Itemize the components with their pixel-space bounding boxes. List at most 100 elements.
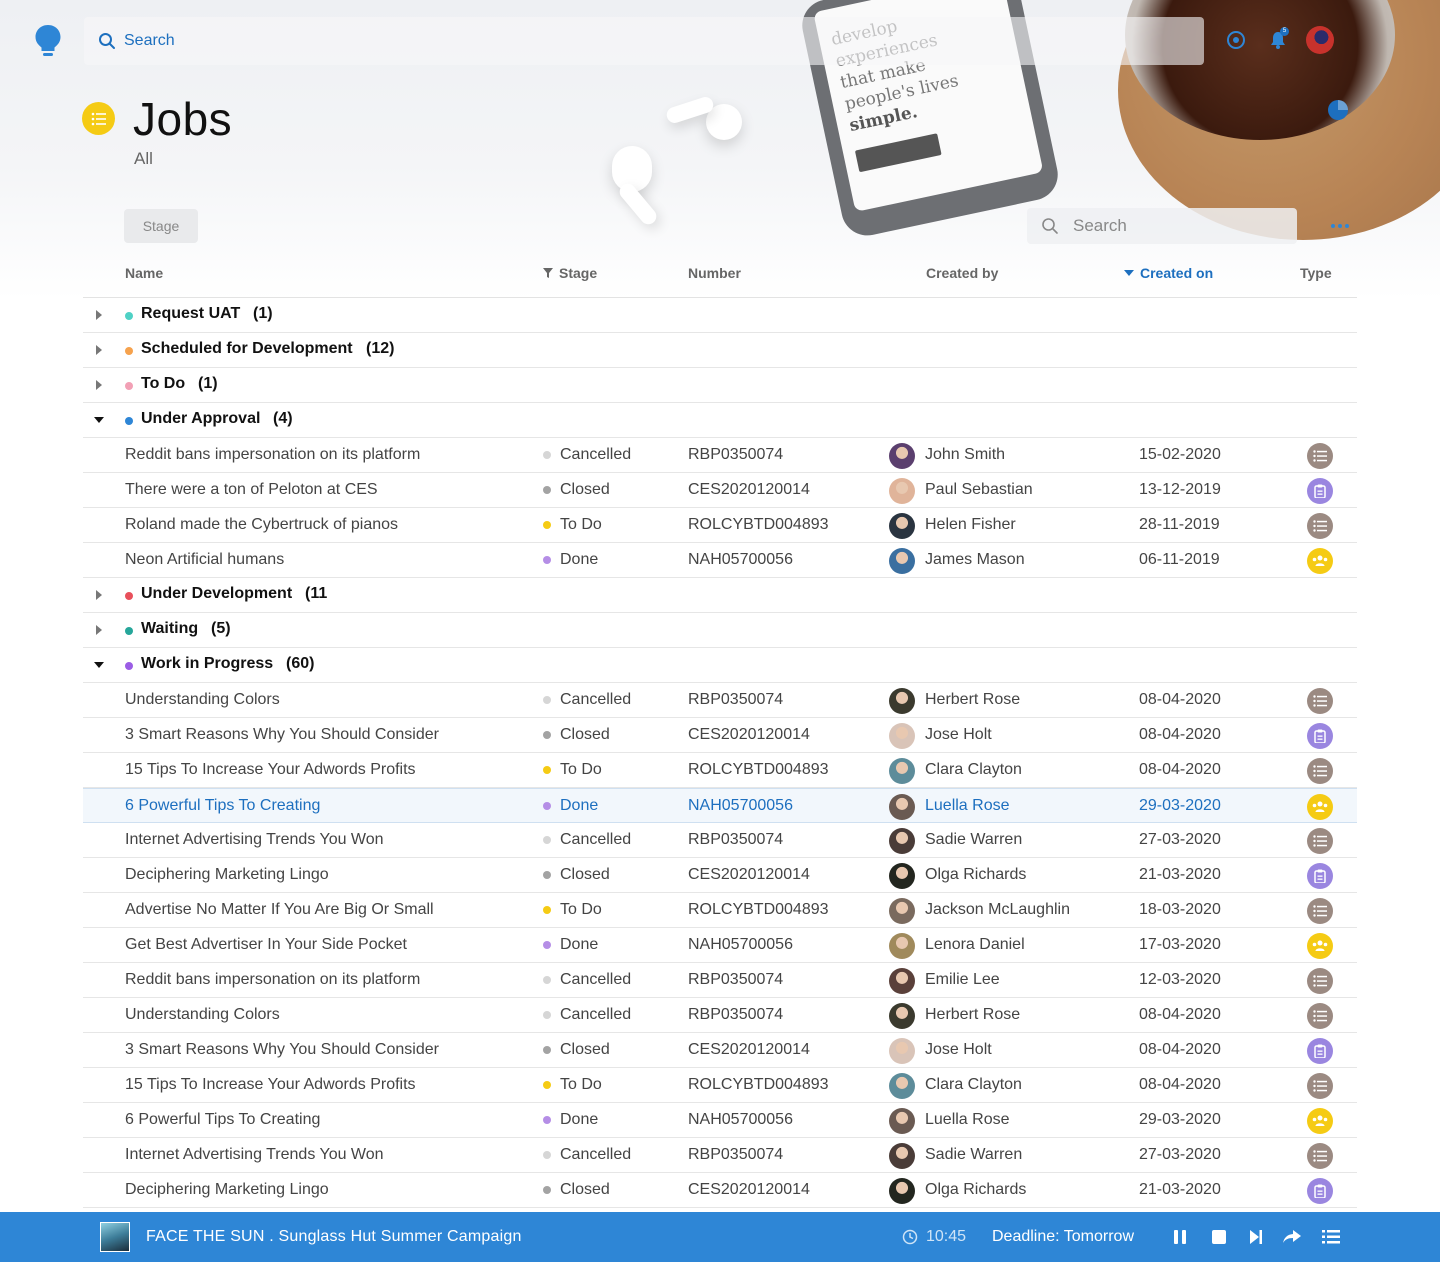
- table-row[interactable]: 6 Powerful Tips To Creating Done NAH057000…: [83, 788, 1357, 823]
- timer-button[interactable]: [1222, 26, 1250, 54]
- group-row[interactable]: To Do (1): [83, 368, 1357, 403]
- lightbulb-logo-icon[interactable]: [34, 24, 62, 58]
- job-name[interactable]: 6 Powerful Tips To Creating: [125, 797, 320, 815]
- table-row[interactable]: Reddit bans impersonation on its platfor…: [83, 963, 1357, 998]
- clipboard-icon[interactable]: [1307, 1178, 1333, 1204]
- job-name[interactable]: 15 Tips To Increase Your Adwords Profits: [125, 1076, 416, 1094]
- checklist-icon[interactable]: [1307, 513, 1333, 539]
- checklist-icon[interactable]: [1307, 758, 1333, 784]
- table-row[interactable]: Internet Advertising Trends You Won Cance…: [83, 823, 1357, 858]
- table-row[interactable]: Understanding Colors Cancelled RBP0350074 H…: [83, 998, 1357, 1033]
- column-header-number[interactable]: Number: [688, 265, 741, 281]
- creator-name: Jose Holt: [925, 1041, 992, 1058]
- job-name[interactable]: Understanding Colors: [125, 1006, 280, 1024]
- checklist-icon[interactable]: [1307, 1003, 1333, 1029]
- table-row[interactable]: 3 Smart Reasons Why You Should Consider C…: [83, 1033, 1357, 1068]
- job-name[interactable]: Deciphering Marketing Lingo: [125, 866, 329, 884]
- column-header-created-by[interactable]: Created by: [926, 265, 998, 281]
- table-row[interactable]: Reddit bans impersonation on its platfor…: [83, 438, 1357, 473]
- caret-right-icon[interactable]: [93, 624, 105, 636]
- caret-right-icon[interactable]: [93, 379, 105, 391]
- table-row[interactable]: Get Best Advertiser In Your Side Pocket D…: [83, 928, 1357, 963]
- job-name[interactable]: 3 Smart Reasons Why You Should Consider: [125, 726, 439, 744]
- clipboard-icon[interactable]: [1307, 723, 1333, 749]
- job-name[interactable]: Get Best Advertiser In Your Side Pocket: [125, 936, 407, 954]
- share-button[interactable]: [1282, 1227, 1302, 1247]
- job-name[interactable]: Understanding Colors: [125, 691, 280, 709]
- table-row[interactable]: Deciphering Marketing Lingo Closed CES2020…: [83, 1173, 1357, 1208]
- group-row[interactable]: Work in Progress (60): [83, 648, 1357, 683]
- job-name[interactable]: 6 Powerful Tips To Creating: [125, 1111, 320, 1129]
- clipboard-icon[interactable]: [1307, 478, 1333, 504]
- notifications-button[interactable]: 5: [1264, 26, 1292, 54]
- job-number: ROLCYBTD004893: [688, 901, 829, 918]
- table-row[interactable]: Internet Advertising Trends You Won Cance…: [83, 1138, 1357, 1173]
- job-name[interactable]: 3 Smart Reasons Why You Should Consider: [125, 1041, 439, 1059]
- caret-down-icon[interactable]: [93, 414, 105, 426]
- stage-filter-button[interactable]: Stage: [124, 209, 198, 243]
- checklist-icon[interactable]: [1307, 1143, 1333, 1169]
- stop-button[interactable]: [1209, 1227, 1229, 1247]
- team-icon[interactable]: [1307, 548, 1333, 574]
- caret-right-icon[interactable]: [93, 344, 105, 356]
- global-search-bar[interactable]: Search: [84, 17, 1204, 65]
- checklist-icon[interactable]: [1307, 443, 1333, 469]
- campaign-thumbnail[interactable]: [100, 1222, 130, 1252]
- job-name[interactable]: 15 Tips To Increase Your Adwords Profits: [125, 761, 416, 779]
- table-row[interactable]: Understanding Colors Cancelled RBP0350074 H…: [83, 683, 1357, 718]
- table-row[interactable]: Roland made the Cybertruck of pianos To D…: [83, 508, 1357, 543]
- table-row[interactable]: 15 Tips To Increase Your Adwords Profits…: [83, 753, 1357, 788]
- checklist-icon[interactable]: [1307, 828, 1333, 854]
- campaign-title[interactable]: FACE THE SUN . Sunglass Hut Summer Campa…: [146, 1228, 522, 1246]
- user-avatar[interactable]: [1306, 26, 1334, 54]
- list-button[interactable]: [1321, 1227, 1341, 1247]
- job-name[interactable]: Internet Advertising Trends You Won: [125, 1146, 384, 1164]
- table-row[interactable]: Deciphering Marketing Lingo Closed CES2020…: [83, 858, 1357, 893]
- job-name[interactable]: Deciphering Marketing Lingo: [125, 1181, 329, 1199]
- checklist-icon[interactable]: [1307, 1073, 1333, 1099]
- checklist-icon[interactable]: [1307, 688, 1333, 714]
- table-row[interactable]: 6 Powerful Tips To Creating Done NAH057000…: [83, 1103, 1357, 1138]
- pause-button[interactable]: [1170, 1227, 1190, 1247]
- table-row[interactable]: 3 Smart Reasons Why You Should Consider C…: [83, 718, 1357, 753]
- group-row[interactable]: Under Development (11: [83, 578, 1357, 613]
- column-header-label: Stage: [559, 265, 598, 281]
- more-options-button[interactable]: [1328, 218, 1352, 234]
- caret-down-icon[interactable]: [93, 659, 105, 671]
- column-header-name[interactable]: Name: [125, 265, 163, 281]
- column-header-created-on[interactable]: Created on: [1124, 265, 1213, 281]
- pie-chart-icon[interactable]: [1326, 98, 1350, 122]
- group-label: Waiting: [141, 620, 199, 637]
- clipboard-icon[interactable]: [1307, 1038, 1333, 1064]
- team-icon[interactable]: [1307, 933, 1333, 959]
- group-row[interactable]: Scheduled for Development (12): [83, 333, 1357, 368]
- checklist-icon[interactable]: [1307, 968, 1333, 994]
- job-name[interactable]: Reddit bans impersonation on its platfor…: [125, 971, 420, 989]
- group-row[interactable]: Waiting (5): [83, 613, 1357, 648]
- column-header-type[interactable]: Type: [1300, 265, 1332, 281]
- table-row[interactable]: 15 Tips To Increase Your Adwords Profits…: [83, 1068, 1357, 1103]
- caret-right-icon[interactable]: [93, 309, 105, 321]
- group-row[interactable]: Request UAT (1): [83, 298, 1357, 333]
- team-icon[interactable]: [1307, 794, 1333, 820]
- checklist-icon[interactable]: [1307, 898, 1333, 924]
- page-subtitle[interactable]: All: [134, 149, 153, 169]
- job-name[interactable]: Internet Advertising Trends You Won: [125, 831, 384, 849]
- table-row[interactable]: Advertise No Matter If You Are Big Or Sm…: [83, 893, 1357, 928]
- group-color-dot: [125, 592, 133, 600]
- column-header-label: Type: [1300, 265, 1332, 281]
- caret-right-icon[interactable]: [93, 589, 105, 601]
- job-name[interactable]: Reddit bans impersonation on its platfor…: [125, 446, 420, 464]
- job-name[interactable]: There were a ton of Peloton at CES: [125, 481, 378, 499]
- table-search-input[interactable]: Search: [1027, 208, 1297, 244]
- job-name[interactable]: Roland made the Cybertruck of pianos: [125, 516, 398, 534]
- job-name[interactable]: Advertise No Matter If You Are Big Or Sm…: [125, 901, 434, 919]
- table-row[interactable]: Neon Artificial humans Done NAH05700056 Jam…: [83, 543, 1357, 578]
- group-row[interactable]: Under Approval (4): [83, 403, 1357, 438]
- team-icon[interactable]: [1307, 1108, 1333, 1134]
- skip-button[interactable]: [1246, 1227, 1266, 1247]
- job-name[interactable]: Neon Artificial humans: [125, 551, 284, 569]
- table-row[interactable]: There were a ton of Peloton at CES Closed…: [83, 473, 1357, 508]
- clipboard-icon[interactable]: [1307, 863, 1333, 889]
- column-header-stage[interactable]: Stage: [543, 265, 597, 281]
